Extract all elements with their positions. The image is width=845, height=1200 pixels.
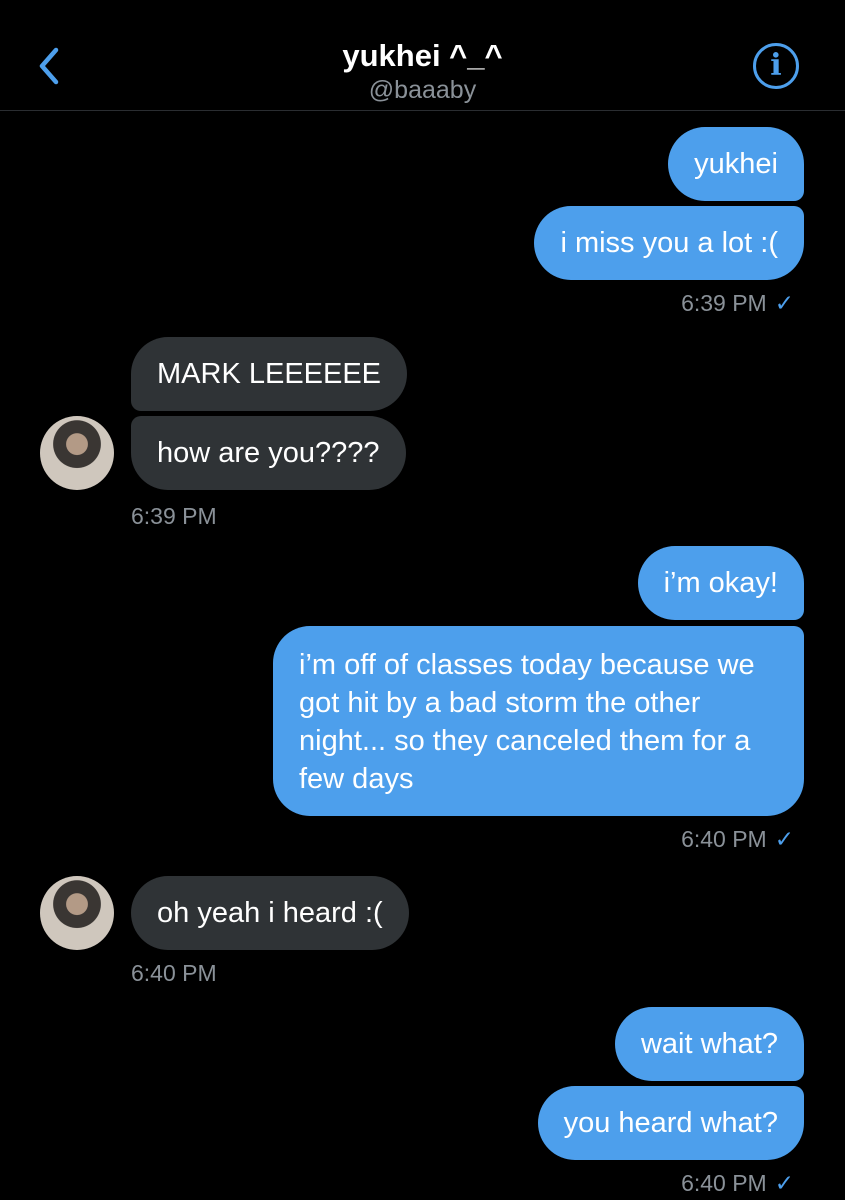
message-timestamp: 6:39 PM ✓ <box>681 290 794 317</box>
message-bubble-incoming[interactable]: MARK LEEEEEE <box>131 337 408 411</box>
read-check-icon: ✓ <box>774 290 794 316</box>
message-bubble-outgoing[interactable]: you heard what? <box>537 1086 804 1160</box>
timestamp-text: 6:40 PM <box>131 960 217 986</box>
message-timestamp: 6:40 PM ✓ <box>681 826 794 853</box>
timestamp-text: 6:40 PM <box>681 826 767 852</box>
message-timestamp: 6:40 PM <box>131 960 217 987</box>
conversation-title: yukhei ^_^ <box>342 38 503 73</box>
message-bubble-outgoing[interactable]: yukhei <box>668 127 804 201</box>
timestamp-text: 6:39 PM <box>131 503 217 529</box>
read-check-icon: ✓ <box>774 1170 794 1196</box>
conversation-handle: @baaaby <box>368 76 477 104</box>
timestamp-text: 6:39 PM <box>681 290 767 316</box>
message-timestamp: 6:40 PM ✓ <box>681 1170 794 1197</box>
message-bubble-outgoing[interactable]: i’m okay! <box>637 546 804 620</box>
contact-avatar[interactable] <box>40 876 114 950</box>
message-bubble-outgoing[interactable]: i miss you a lot :( <box>534 206 804 280</box>
message-bubble-incoming[interactable]: oh yeah i heard :( <box>131 876 409 950</box>
info-circle-icon[interactable]: i <box>753 43 799 89</box>
message-bubble-incoming[interactable]: how are you???? <box>131 416 406 490</box>
timestamp-text: 6:40 PM <box>681 1170 767 1196</box>
contact-avatar[interactable] <box>40 416 114 490</box>
message-timestamp: 6:39 PM <box>131 503 217 530</box>
read-check-icon: ✓ <box>774 826 794 852</box>
conversation-header: yukhei ^_^ @baaaby i <box>0 0 845 111</box>
message-bubble-outgoing[interactable]: wait what? <box>614 1007 804 1081</box>
message-bubble-outgoing[interactable]: i’m off of classes today because we got … <box>273 626 804 816</box>
